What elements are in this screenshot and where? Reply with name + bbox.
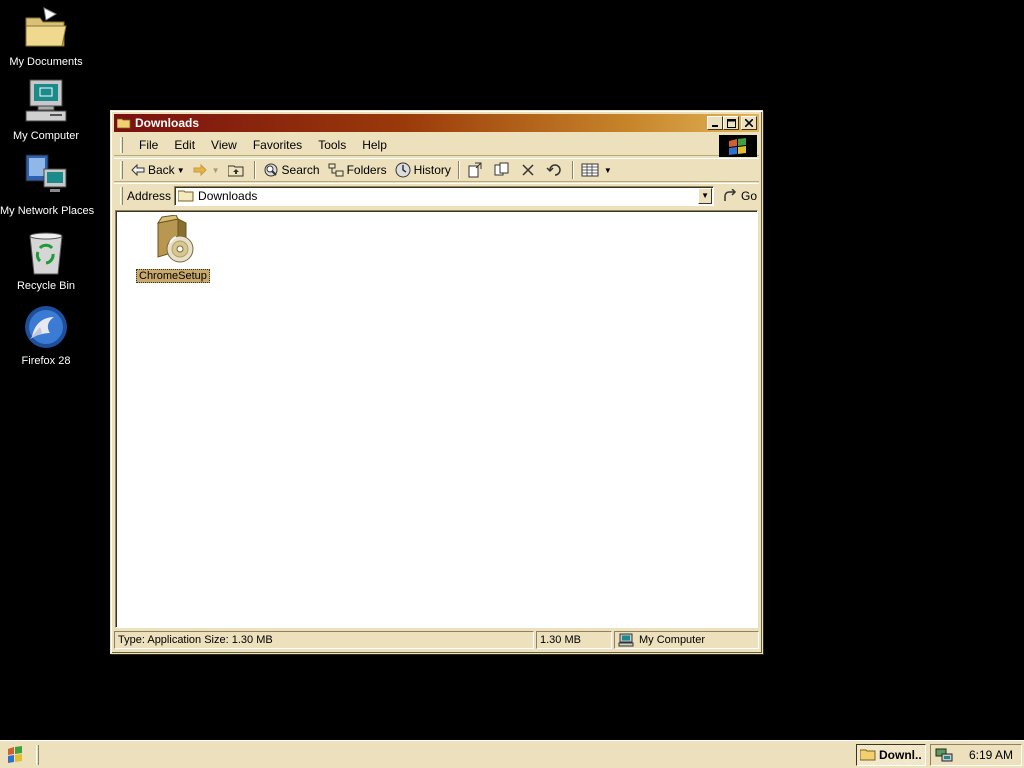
windows-throbber-logo [719,135,757,157]
my-computer-small-icon [618,633,634,647]
go-label: Go [741,188,758,203]
folders-label: Folders [346,163,387,177]
status-zone: My Computer [614,631,759,649]
folder-icon [178,190,194,201]
desktop-icon-recycle-bin[interactable]: Recycle Bin [0,228,92,292]
copy-to-button[interactable] [490,160,517,180]
installer-package-icon [146,214,198,267]
file-item-chromesetup[interactable]: ChromeSetup [136,214,210,283]
recycle-bin-icon [22,228,70,276]
status-zone-label: My Computer [639,634,706,646]
desktop-icon-label: My Network Places [0,205,95,217]
toolbar-separator [457,161,460,179]
desktop-icon-label: My Computer [12,130,80,142]
search-label: Search [281,163,320,177]
start-button[interactable] [2,744,28,766]
views-button[interactable]: ▼ [577,160,616,180]
minimize-icon [712,125,718,127]
undo-icon [546,164,561,176]
forward-dropdown-icon[interactable]: ▼ [212,166,220,175]
desktop-icon-my-network-places[interactable]: My Network Places [0,153,95,217]
up-folder-button[interactable] [224,160,251,180]
address-dropdown-button[interactable]: ▼ [698,187,713,204]
history-label: History [413,163,451,177]
system-tray: 6:19 AM [930,743,1022,766]
network-places-icon [22,153,70,201]
up-folder-icon [227,165,244,176]
folder-icon [860,749,876,760]
menu-tools[interactable]: Tools [310,136,354,154]
menu-file[interactable]: File [131,136,166,154]
close-button[interactable] [741,116,757,130]
forward-arrow-icon [193,164,207,176]
status-info: Type: Application Size: 1.30 MB [114,631,534,649]
forward-button[interactable]: ▼ [189,160,224,180]
folders-button[interactable]: Folders [324,160,391,180]
history-icon [395,162,411,178]
windows-flag-icon [729,138,746,155]
desktop-icon-label: Recycle Bin [16,280,76,292]
back-dropdown-icon[interactable]: ▼ [177,166,185,175]
address-input[interactable]: Downloads ▼ [174,185,715,206]
firefox-icon [22,303,70,351]
copy-to-icon [494,162,509,176]
window-title: Downloads [135,116,200,130]
status-size: 1.30 MB [536,631,612,649]
taskbar-button-downloads[interactable]: Downl... [856,743,926,766]
file-list-pane[interactable]: ChromeSetup [115,210,758,628]
desktop-icon-firefox[interactable]: Firefox 28 [0,303,92,367]
go-button[interactable]: Go [722,188,758,203]
menu-favorites[interactable]: Favorites [245,136,310,154]
address-label: Address [127,188,172,203]
menubar-grip[interactable] [120,136,123,153]
toolbar-separator [253,161,256,179]
explorer-window: Downloads File Edit View Favorites Tools… [110,110,763,654]
delete-button[interactable] [517,160,542,180]
folders-icon [328,163,344,177]
toolbar-grip[interactable] [120,161,123,179]
folder-icon [117,118,131,128]
computer-icon [22,78,70,126]
search-icon [264,163,278,177]
undo-button[interactable] [542,160,569,180]
menu-bar: File Edit View Favorites Tools Help [114,134,759,157]
menu-view[interactable]: View [203,136,245,154]
file-name: ChromeSetup [136,269,210,283]
menu-help[interactable]: Help [354,136,395,154]
clock[interactable]: 6:19 AM [969,748,1013,762]
history-button[interactable]: History [391,160,455,180]
views-dropdown-icon[interactable]: ▼ [604,166,612,175]
views-icon [581,163,599,177]
windows-start-icon [8,745,22,763]
delete-x-icon [522,164,534,176]
taskbar: Downl... 6:19 AM [0,740,1024,768]
address-value: Downloads [198,188,258,203]
addressbar-grip[interactable] [120,186,123,205]
title-bar[interactable]: Downloads [114,114,759,132]
back-label: Back [148,163,175,177]
desktop-icon-label: My Documents [9,56,83,68]
search-button[interactable]: Search [259,160,324,180]
standard-toolbar: Back ▼ ▼ Search Folders History ▼ [114,158,759,182]
taskbar-button-label: Downl... [879,747,922,762]
back-arrow-icon [131,164,145,176]
minimize-button[interactable] [707,116,723,130]
desktop-icon-my-documents[interactable]: My Documents [0,4,92,68]
desktop-icon-label: Firefox 28 [21,355,71,367]
desktop-icon-my-computer[interactable]: My Computer [0,78,92,142]
status-bar: Type: Application Size: 1.30 MB 1.30 MB … [114,630,759,650]
folder-documents-icon [22,4,70,52]
taskbar-grip[interactable] [36,744,39,765]
maximize-button[interactable] [723,116,739,130]
move-to-icon [468,162,482,178]
toolbar-separator [571,161,574,179]
close-icon [745,119,753,127]
go-arrow-icon [724,188,737,201]
move-to-button[interactable] [463,160,490,180]
back-button[interactable]: Back ▼ [127,160,189,180]
maximize-icon [726,118,736,128]
menu-edit[interactable]: Edit [166,136,203,154]
address-bar: Address Downloads ▼ Go [114,183,759,207]
network-tray-icon[interactable] [935,747,953,763]
